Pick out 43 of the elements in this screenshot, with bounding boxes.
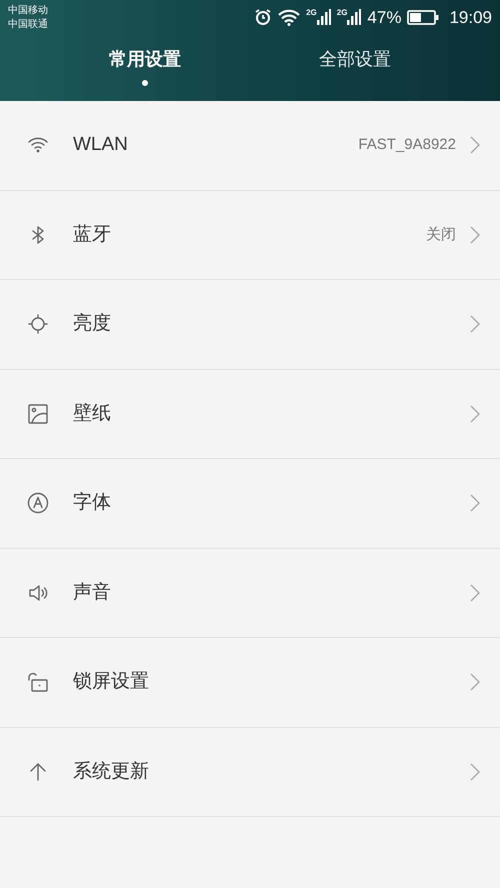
chevron-right-icon — [470, 315, 480, 334]
chevron-right-icon — [470, 226, 480, 244]
setting-label: WLAN — [73, 133, 128, 157]
battery-percent: 47% — [367, 8, 402, 26]
setting-label: 字体 — [73, 491, 111, 515]
image-icon — [27, 402, 49, 425]
setting-label: 声音 — [73, 580, 111, 604]
settings-row[interactable]: 声音 — [0, 548, 500, 638]
setting-value: 关闭 — [426, 224, 456, 244]
settings-row[interactable]: 亮度 — [0, 280, 500, 370]
wifi-icon — [278, 8, 300, 26]
setting-value: FAST_9A8922 — [358, 135, 456, 155]
chevron-right-icon — [470, 584, 480, 602]
network-type: 2G — [306, 9, 317, 17]
tab[interactable]: 常用设置 — [109, 46, 181, 86]
tab[interactable]: 全部设置 — [319, 46, 391, 86]
setting-label: 系统更新 — [73, 760, 149, 784]
network-type: 2G — [336, 9, 348, 17]
chevron-right-icon — [470, 136, 480, 154]
settings-row[interactable]: 字体 — [0, 459, 500, 548]
letter-circle-icon — [27, 492, 49, 514]
sun-icon — [27, 313, 49, 336]
chevron-right-icon — [470, 404, 480, 423]
clock: 19:09 — [449, 8, 492, 26]
settings-row[interactable]: 锁屏设置 — [0, 638, 500, 728]
setting-label: 亮度 — [73, 312, 111, 336]
settings-row[interactable]: 系统更新 — [0, 728, 500, 817]
carrier-name: 中国移动 — [8, 4, 48, 18]
signal-icon — [347, 9, 362, 25]
chevron-right-icon — [470, 673, 480, 692]
setting-label: 蓝牙 — [73, 222, 111, 246]
chevron-right-icon — [470, 494, 480, 512]
setting-label: 壁纸 — [73, 402, 111, 426]
settings-row[interactable]: WLAN FAST_9A8922 — [0, 101, 500, 190]
settings-row[interactable]: 蓝牙 关闭 — [0, 190, 500, 280]
carrier-name: 中国联通 — [8, 18, 48, 32]
alarm-icon — [254, 8, 272, 26]
setting-label: 锁屏设置 — [73, 670, 149, 694]
signal-icon — [316, 9, 331, 25]
chevron-right-icon — [470, 762, 480, 781]
battery-icon — [407, 10, 440, 24]
settings-row[interactable]: 壁纸 — [0, 370, 500, 459]
unlocked-padlock-icon — [27, 671, 49, 694]
